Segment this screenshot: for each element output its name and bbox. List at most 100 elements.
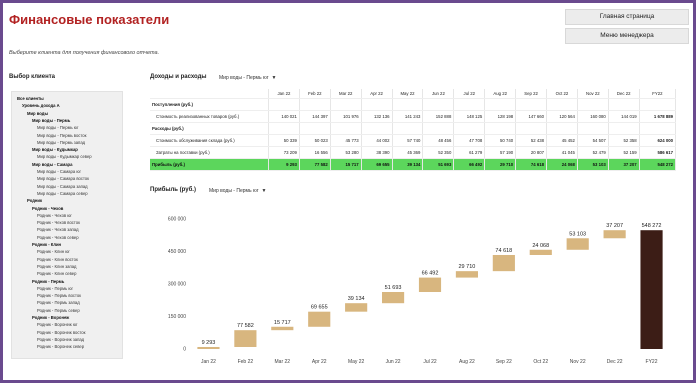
client-tree-item[interactable]: Мир воды - Пермь восток [37, 133, 86, 138]
client-tree-item[interactable]: Уровень дохода А [22, 103, 60, 108]
table-column-header: Feb 22 [299, 89, 331, 99]
client-tree-item[interactable]: Мир воды - Самара [32, 162, 72, 167]
waterfall-bar [418, 277, 442, 293]
data-label: 29 710 [459, 264, 476, 270]
client-tree-item[interactable]: Все клиенты [17, 96, 44, 101]
table-cell: 44 002 [361, 134, 393, 147]
y-tick-label: 450 000 [168, 249, 186, 255]
client-tree-item[interactable]: Мир воды - Пермь юг [37, 125, 78, 130]
table-cell: 29 710 [484, 158, 517, 171]
client-tree-item[interactable]: Мир воды - Самара запад [37, 184, 88, 189]
y-tick-label: 600 000 [168, 217, 186, 223]
table-row: Затраты на поставки (руб.) 73 209 16 556 53… [150, 146, 677, 159]
table-cell [639, 98, 677, 111]
client-tree-item[interactable]: Родник - Клин юг [37, 249, 70, 254]
table-column-header: Sep 22 [515, 89, 548, 99]
table-row: Стоимость реализованных товаров (руб.) 14… [150, 110, 677, 123]
table-cell [299, 122, 331, 135]
table-cell: 77 582 [299, 158, 331, 171]
table-cell: 120 564 [546, 110, 578, 123]
x-tick-label: Jul 22 [423, 359, 437, 365]
page: Финансовые показатели Выберите клиента д… [3, 3, 693, 380]
waterfall-bar [197, 346, 220, 349]
table-cell [608, 98, 640, 111]
y-tick-label: 300 000 [168, 282, 186, 288]
home-button[interactable]: Главная страница [565, 9, 689, 25]
table-cell [422, 98, 455, 111]
client-tree-item[interactable]: Родник - Чехов восток [37, 220, 80, 225]
client-tree-item[interactable]: Родник - Воронеж восток [37, 330, 85, 335]
client-tree-item[interactable]: Родник - Чехов [32, 206, 63, 211]
y-tick-label: 150 000 [168, 314, 186, 320]
x-tick-label: Jan 22 [201, 359, 216, 365]
client-tree-item[interactable]: Мир воды - Кудымкар север [37, 154, 92, 159]
table-cell: 24 068 [546, 158, 578, 171]
table-cell: 160 080 [577, 110, 609, 123]
waterfall-bar [234, 330, 257, 347]
table-cell: 45 773 [330, 134, 362, 147]
client-tree-item[interactable]: Родник - Пермь запад [37, 300, 80, 305]
client-panel-label: Выбор клиента [9, 74, 55, 80]
client-tree-item[interactable]: Родник - Клин [32, 242, 61, 247]
table-client-filter[interactable]: Мир воды - Пермь юг ▼ [219, 75, 276, 81]
client-tree-item[interactable]: Мир воды - Кудымкар [32, 147, 78, 152]
client-tree-item[interactable]: Мир воды - Самара север [37, 191, 88, 196]
client-tree-item[interactable]: Родник - Пермь север [37, 308, 80, 313]
table-cell [422, 122, 455, 135]
client-tree-item[interactable]: Родник - Воронеж север [37, 344, 84, 349]
data-label: 53 103 [569, 231, 586, 237]
client-tree-item[interactable]: Родник - Пермь восток [37, 293, 81, 298]
table-cell [330, 122, 362, 135]
client-tree-item[interactable]: Родник [27, 198, 42, 203]
client-tree-item[interactable]: Родник - Чехов юг [37, 213, 72, 218]
client-tree-item[interactable]: Родник - Пермь юг [37, 286, 73, 291]
table-cell [484, 122, 517, 135]
filter-value: Мир воды - Пермь юг [219, 75, 269, 81]
chart-client-filter[interactable]: Мир воды - Пермь юг ▼ [209, 188, 266, 194]
table-cell: 147 660 [515, 110, 548, 123]
filter-value: Мир воды - Пермь юг [209, 188, 259, 194]
table-cell: 74 618 [515, 158, 548, 171]
data-label: 74 618 [495, 248, 512, 254]
client-tree-item[interactable]: Родник - Воронеж [32, 315, 69, 320]
client-tree-item[interactable]: Родник - Клин восток [37, 257, 78, 262]
row-label: Стоимость реализованных товаров (руб.) [150, 110, 269, 123]
table-cell [546, 98, 578, 111]
client-tree-item[interactable]: Родник - Пермь [32, 279, 64, 284]
table-cell [268, 98, 300, 111]
chevron-down-icon: ▼ [261, 188, 267, 194]
table-cell: 73 209 [268, 146, 300, 159]
waterfall-bar [382, 292, 405, 304]
table-cell: 20 807 [515, 146, 548, 159]
client-tree-item[interactable]: Мир воды - Пермь запад [37, 140, 85, 145]
client-tree-item[interactable]: Мир воды - Самара восток [37, 176, 89, 181]
table-cell: 140 021 [268, 110, 300, 123]
table-column-header: Jul 22 [453, 89, 486, 99]
table-column-header: Jan 22 [268, 89, 300, 99]
waterfall-bar [345, 303, 368, 312]
table-cell: 52 438 [515, 134, 548, 147]
client-tree-item[interactable]: Мир воды - Пермь [32, 118, 70, 123]
client-tree-item[interactable]: Родник - Чехов запад [37, 227, 79, 232]
waterfall-bar [308, 311, 331, 327]
table-column-header: Apr 22 [361, 89, 393, 99]
client-tree-item[interactable]: Родник - Клин запад [37, 264, 76, 269]
client-tree[interactable]: Все клиенты Уровень дохода А Мир воды Мир в… [11, 91, 123, 359]
client-tree-item[interactable]: Родник - Воронеж юг [37, 322, 78, 327]
data-label: 9 293 [202, 340, 216, 346]
client-tree-item[interactable]: Мир воды - Самара юг [37, 169, 81, 174]
x-tick-label: Nov 22 [570, 359, 586, 365]
table-cell: 37 207 [608, 158, 640, 171]
client-tree-item[interactable]: Родник - Чехов север [37, 235, 79, 240]
y-tick-label: 0 [183, 347, 186, 353]
client-tree-item[interactable]: Родник - Клин север [37, 271, 76, 276]
table-cell: 52 350 [422, 146, 455, 159]
client-tree-item[interactable]: Родник - Воронеж запад [37, 337, 84, 342]
table-cell: 141 243 [392, 110, 424, 123]
row-label: Стоимость обслуживания склада (руб.) [150, 134, 269, 147]
income-section-label: Доходы и расходы [150, 74, 207, 80]
table-cell [577, 98, 609, 111]
client-tree-item[interactable]: Мир воды [27, 111, 48, 116]
manager-menu-button[interactable]: Меню менеджера [565, 28, 689, 44]
table-cell: 38 390 [361, 146, 393, 159]
